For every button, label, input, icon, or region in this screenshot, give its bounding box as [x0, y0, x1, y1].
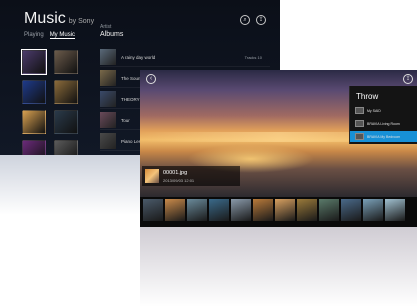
album-thumbnail	[100, 49, 116, 65]
music-app-title: Music by Sony	[24, 10, 94, 28]
album-row[interactable]: A rainy day world Tracks 10	[100, 48, 270, 67]
album-tile[interactable]	[54, 80, 78, 104]
throw-device-label: BRAVIA Living Room	[367, 121, 400, 126]
filmstrip-thumbnail[interactable]	[297, 199, 317, 221]
music-title-text: Music	[24, 10, 66, 27]
music-tile-grid	[21, 49, 78, 155]
throw-icon[interactable]: ⇪	[256, 15, 266, 25]
album-thumbnail	[100, 133, 116, 149]
throw-title: Throw	[356, 92, 379, 101]
filmstrip-thumbnail[interactable]	[319, 199, 339, 221]
filmstrip	[140, 198, 417, 222]
album-tile[interactable]	[54, 50, 78, 74]
section-title: Albums	[100, 31, 124, 38]
album-tile[interactable]	[22, 80, 46, 104]
photo-file-date: 2013/09/03 12:01	[163, 177, 195, 183]
tab-playing[interactable]: Playing	[24, 32, 44, 39]
throw-device-label: BRAVIA My Bedroom	[367, 134, 401, 139]
tab-my-music[interactable]: My Music	[49, 32, 76, 39]
throw-device-item[interactable]: My SAID	[350, 105, 417, 116]
filmstrip-thumbnail[interactable]	[143, 199, 163, 221]
photo-file-name: 00001.jpg	[163, 169, 188, 176]
album-thumbnail	[100, 91, 116, 107]
album-track-count: Tracks 10	[244, 54, 262, 60]
device-icon	[355, 107, 364, 114]
throw-icon-photo[interactable]: ⇪	[403, 74, 413, 84]
photo-reflection	[140, 227, 417, 307]
filmstrip-thumbnail[interactable]	[341, 199, 361, 221]
album-tile[interactable]	[22, 140, 46, 155]
music-top-icons: ⌕ ⇪	[240, 15, 266, 25]
photo-viewer-window: ‹ ⇪ Throw My SAID BRAVIA Living Room BRA…	[140, 70, 417, 227]
stage: Music by Sony Playing My Music ⌕ ⇪ Artist…	[0, 0, 417, 308]
filmstrip-thumbnail[interactable]	[363, 199, 383, 221]
album-tile[interactable]	[54, 140, 78, 155]
filmstrip-thumbnail[interactable]	[275, 199, 295, 221]
album-tile[interactable]	[22, 110, 46, 134]
throw-device-item-selected[interactable]: BRAVIA My Bedroom	[350, 131, 417, 142]
album-thumbnail	[100, 112, 116, 128]
throw-panel: Throw My SAID BRAVIA Living Room BRAVIA …	[349, 86, 417, 144]
album-tile[interactable]	[54, 110, 78, 134]
throw-device-item[interactable]: BRAVIA Living Room	[350, 118, 417, 129]
filmstrip-thumbnail[interactable]	[209, 199, 229, 221]
back-icon[interactable]: ‹	[146, 74, 156, 84]
filmstrip-thumbnail[interactable]	[165, 199, 185, 221]
music-by-text: by Sony	[68, 18, 95, 25]
album-name: A rainy day world	[121, 54, 156, 60]
filmstrip-thumbnail[interactable]	[253, 199, 273, 221]
filmstrip-thumbnail[interactable]	[187, 199, 207, 221]
photo-info-box: 00001.jpg 2013/09/03 12:01	[142, 166, 240, 186]
filmstrip-thumbnail[interactable]	[231, 199, 251, 221]
search-icon[interactable]: ⌕	[240, 15, 250, 25]
filmstrip-thumbnail[interactable]	[385, 199, 405, 221]
tv-icon	[355, 133, 364, 140]
music-tabs: Playing My Music	[24, 32, 76, 39]
photo-thumbnail	[145, 169, 159, 183]
section-label: Artist	[100, 24, 112, 30]
album-thumbnail	[100, 70, 116, 86]
throw-device-list: My SAID BRAVIA Living Room BRAVIA My Bed…	[350, 105, 417, 142]
tv-icon	[355, 120, 364, 127]
album-tile[interactable]	[21, 49, 47, 75]
throw-device-label: My SAID	[367, 108, 381, 113]
